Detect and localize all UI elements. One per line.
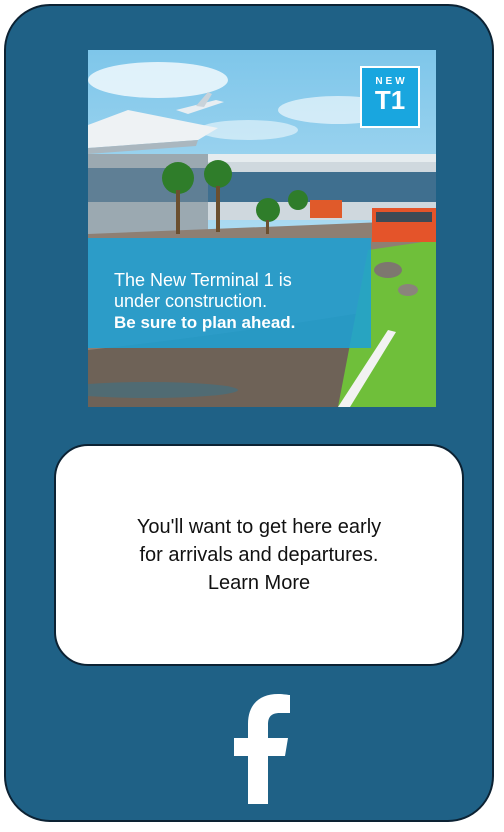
promo-card: NEW T1 The New Terminal 1 is under const… (4, 4, 494, 822)
headline-overlay: The New Terminal 1 is under construction… (88, 238, 371, 348)
headline-cta: Be sure to plan ahead. (114, 313, 296, 332)
info-message-box: You'll want to get here early for arriva… (54, 444, 464, 666)
badge-main-text: T1 (374, 85, 406, 115)
message-line-1: You'll want to get here early (136, 516, 382, 538)
info-message-text: You'll want to get here early for arriva… (137, 513, 381, 597)
message-line-2: for arrivals and departures. (139, 544, 379, 566)
headline-line-1: The New Terminal 1 is (114, 270, 292, 290)
terminal-promo-image[interactable]: NEW T1 The New Terminal 1 is under const… (88, 50, 436, 407)
learn-more-link[interactable]: Learn More (137, 569, 381, 597)
new-t1-badge: NEW T1 (360, 66, 420, 128)
headline-line-2: under construction. (114, 291, 268, 311)
facebook-icon[interactable] (230, 694, 290, 804)
